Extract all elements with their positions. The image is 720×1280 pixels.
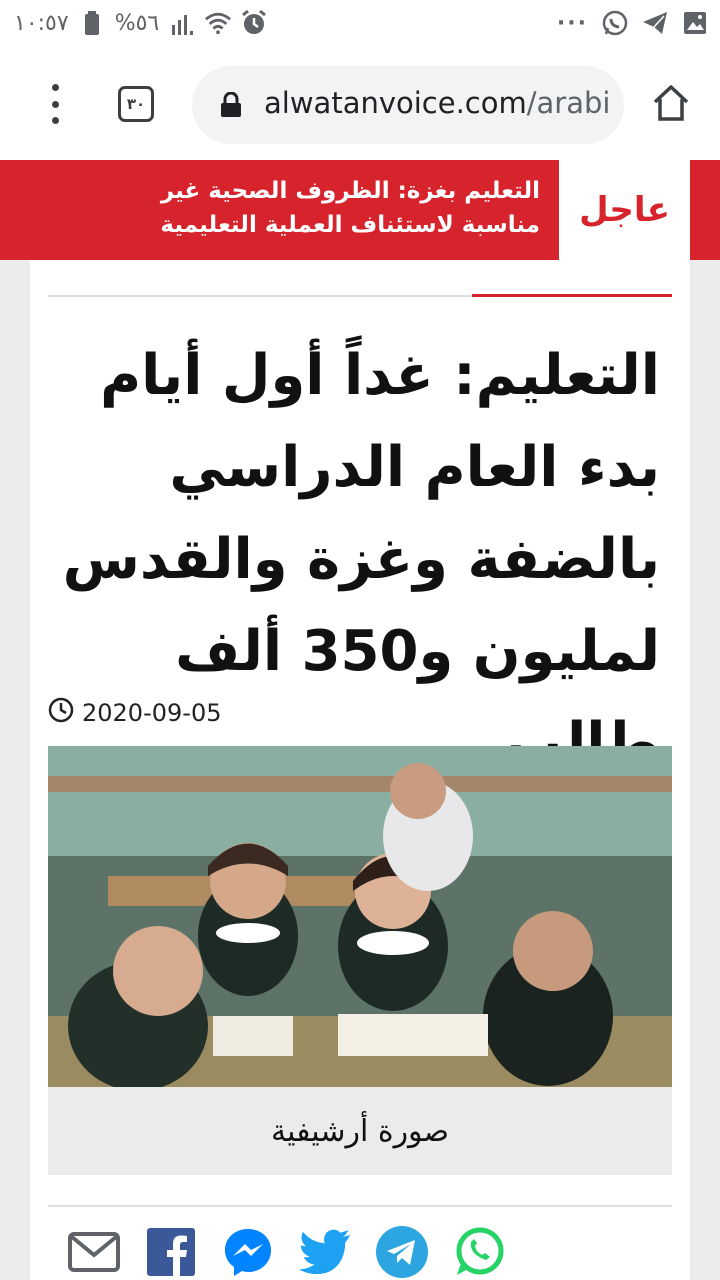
tabs-icon[interactable]: ٣٠ (118, 86, 154, 122)
messenger-icon[interactable] (222, 1226, 274, 1278)
wifi-icon (205, 10, 232, 36)
lock-icon (220, 91, 242, 122)
share-bar (68, 1226, 505, 1278)
twitter-icon[interactable] (299, 1226, 351, 1278)
breaking-label-box: عاجل (559, 160, 690, 260)
url-text[interactable]: alwatanvoice.com/arabi (264, 86, 609, 120)
article-date: 2020-09-05 (82, 699, 222, 727)
signal-icon (169, 10, 195, 36)
clock: ١٠:٥٧ (14, 10, 69, 36)
article-date-row: 2020-09-05 (48, 697, 221, 729)
telegram-icon (642, 10, 668, 36)
status-bar: ١٠:٥٧ %٥٦ ··· (0, 0, 720, 48)
whatsapp-share-icon[interactable] (453, 1226, 505, 1278)
whatsapp-icon (602, 10, 628, 36)
battery-icon (79, 10, 105, 36)
email-icon[interactable] (68, 1226, 120, 1278)
alarm-icon (241, 10, 267, 36)
article-card: التعليم: غداً أول أيام بدء العام الدراسي… (30, 260, 690, 1280)
share-divider (48, 1205, 672, 1207)
browser-toolbar: ٣٠ alwatanvoice.com/arabi (0, 48, 720, 160)
active-tab-indicator (472, 294, 672, 297)
telegram-share-icon[interactable] (376, 1226, 428, 1278)
breaking-label: عاجل (579, 190, 670, 230)
section-tabs (48, 260, 672, 297)
home-icon[interactable] (652, 84, 690, 126)
photo-caption: صورة أرشيفية (48, 1087, 672, 1175)
address-bar[interactable]: alwatanvoice.com/arabi (192, 66, 624, 144)
battery-percent: %٥٦ (114, 10, 160, 36)
breaking-headline[interactable]: التعليم بغزة: الظروف الصحية غير مناسبة ل… (100, 174, 540, 242)
url-domain: alwatanvoice.com (264, 86, 527, 120)
breaking-news-bar[interactable]: التعليم بغزة: الظروف الصحية غير مناسبة ل… (0, 160, 720, 260)
gallery-icon (682, 10, 708, 36)
more-icon: ··· (556, 10, 588, 36)
menu-dots-icon[interactable] (40, 84, 70, 124)
article-photo[interactable] (48, 746, 672, 1087)
clock-icon (48, 697, 74, 729)
facebook-icon[interactable] (145, 1226, 197, 1278)
url-path: /arabi (526, 86, 609, 120)
